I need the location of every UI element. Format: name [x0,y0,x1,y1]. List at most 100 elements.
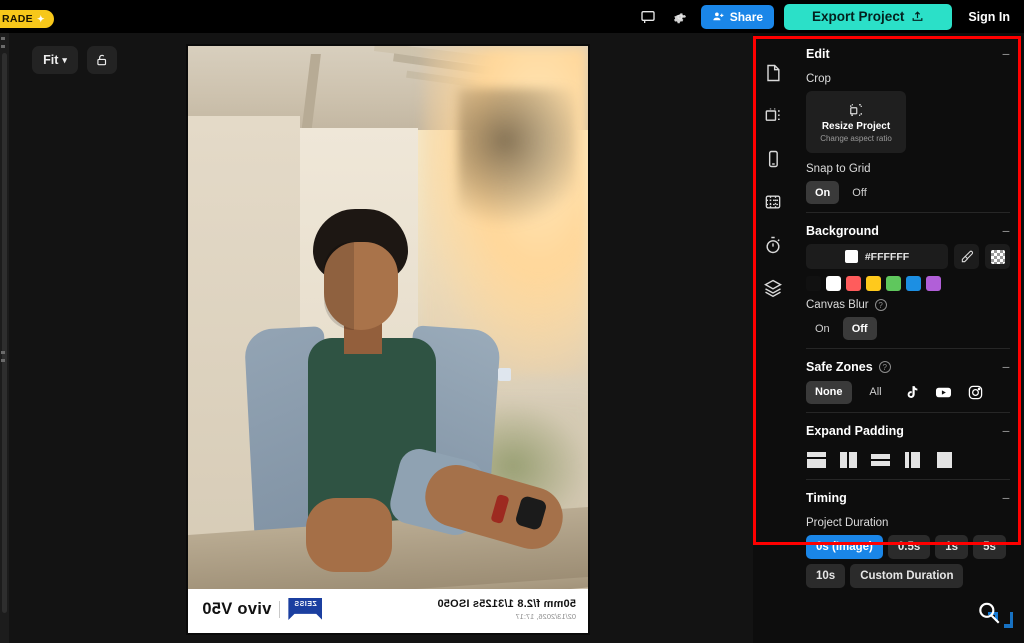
panel-content: Edit − Crop Resize Project Change aspect… [792,36,1024,643]
snap-to-grid-label: Snap to Grid [806,163,871,175]
padding-preset-top-bottom[interactable] [806,451,827,469]
duration-5s[interactable]: 5s [973,535,1006,559]
help-icon[interactable]: ? [878,361,891,373]
collapse-safe-zones-button[interactable]: − [1002,360,1010,374]
eyedropper-button[interactable] [954,244,979,269]
canvas-controls: Fit ▾ [32,46,117,74]
share-label: Share [729,9,764,24]
section-edit: Edit − Crop Resize Project Change aspect… [792,36,1024,213]
duration-10s[interactable]: 10s [806,564,846,588]
grid-icon[interactable] [762,191,784,213]
swatch-yellow[interactable] [866,276,881,291]
caption-timestamp: 02/13/2026, 17:17 [515,612,576,621]
background-color-field[interactable]: #FFFFFF [806,244,948,269]
export-label: Export Project [812,9,905,24]
rail-tick [1,351,5,354]
export-project-button[interactable]: Export Project [784,3,953,30]
expand-padding-presets [806,451,1010,469]
canvas-blur-option-off[interactable]: Off [842,317,877,340]
photo-caption-bar: 50mm f/2.8 1/3125s ISO50 02/13/2026, 17:… [188,589,588,633]
share-button[interactable]: Share [700,4,775,29]
photo-canvas[interactable]: 50mm f/2.8 1/3125s ISO50 02/13/2026, 17:… [186,44,590,635]
chevron-down-icon: ▾ [62,54,67,65]
right-panel: Edit − Crop Resize Project Change aspect… [753,36,1024,643]
crop-label: Crop [806,73,831,85]
safe-zones-section-title: Safe Zones [806,360,873,374]
zeiss-logo: ZEISS [288,598,322,620]
video-editor-app: RADE ✦ Share Export Project Sign In Fit … [0,0,1024,643]
canvas-area: Fit ▾ 50mm f/2.8 1/3125s ISO50 02/13/202… [9,33,753,643]
duration-1s[interactable]: 1s [935,535,969,559]
youtube-icon[interactable] [932,380,956,404]
swatch-blue[interactable] [906,276,921,291]
caption-exif-block: 50mm f/2.8 1/3125s ISO50 02/13/2026, 17:… [437,598,576,621]
padding-preset-bottom[interactable] [870,451,891,469]
page-icon[interactable] [762,62,784,84]
caption-specs: 50mm f/2.8 1/3125s ISO50 [437,598,576,610]
unlock-icon [97,54,107,66]
duration-0s[interactable]: 0s (Image) [806,535,883,559]
photo-image [188,46,588,591]
upload-icon [912,11,923,21]
resize-icon[interactable] [762,105,784,127]
rail-tick [1,45,5,48]
device-brand-label: vivo V50 [202,599,272,618]
upgrade-label: RADE [2,13,33,25]
resize-project-card[interactable]: Resize Project Change aspect ratio [806,91,906,153]
project-duration-options: 0s (Image) 0.5s 1s 5s 10s Custom Duratio… [806,535,1010,588]
device-icon[interactable] [762,148,784,170]
swatch-white[interactable] [826,276,841,291]
sign-in-button[interactable]: Sign In [962,10,1016,24]
rail-scrollbar[interactable] [2,53,7,613]
section-safe-zones: Safe Zones ? − None All [792,349,1024,413]
section-expand-padding: Expand Padding − [792,413,1024,480]
padding-preset-left[interactable] [902,451,923,469]
safe-zone-all[interactable]: All [860,381,892,404]
aspect-lock-button[interactable] [87,46,117,74]
canvas-blur-label: Canvas Blur [806,299,869,311]
collapse-expand-padding-button[interactable]: − [1002,424,1010,438]
sign-in-label: Sign In [968,9,1010,24]
resize-card-subtitle: Change aspect ratio [820,134,892,143]
padding-preset-none[interactable] [934,451,955,469]
swatch-red[interactable] [846,276,861,291]
left-collapsed-rail[interactable] [0,33,9,643]
collapse-timing-button[interactable]: − [1002,491,1010,505]
gear-icon[interactable] [669,6,691,28]
project-duration-label: Project Duration [806,517,889,529]
caption-brand-block: ZEISS vivo V50 [202,598,322,620]
background-swatch-list [806,276,1010,291]
swatch-purple[interactable] [926,276,941,291]
rail-tick [1,37,5,40]
snap-option-off[interactable]: Off [843,181,875,204]
duration-custom[interactable]: Custom Duration [850,564,964,588]
timing-section-title: Timing [806,491,847,505]
zoom-level-dropdown[interactable]: Fit ▾ [32,46,78,74]
tiktok-icon[interactable] [900,380,924,404]
comment-icon[interactable] [637,6,659,28]
help-icon[interactable]: ? [874,299,887,311]
layers-icon[interactable] [762,277,784,299]
rail-tick [1,359,5,362]
section-background: Background − #FFFFFF Canvas Blur ? On Of… [792,213,1024,349]
snap-option-on[interactable]: On [806,181,840,204]
sparkle-icon: ✦ [36,13,45,24]
canvas-blur-option-on[interactable]: On [806,317,839,340]
background-color-row: #FFFFFF [806,244,1010,269]
top-toolbar-actions: Share Export Project Sign In [637,0,1016,33]
add-person-icon [713,12,724,21]
background-hex-value: #FFFFFF [864,250,910,263]
swatch-green[interactable] [886,276,901,291]
collapse-background-button[interactable]: − [1002,224,1010,238]
instagram-icon[interactable] [964,380,988,404]
resize-card-title: Resize Project [821,121,891,132]
transparent-background-button[interactable] [985,244,1010,269]
padding-preset-left-right[interactable] [838,451,859,469]
swatch-black[interactable] [806,276,821,291]
resize-icon [850,104,862,116]
duration-0-5s[interactable]: 0.5s [887,535,931,559]
timer-icon[interactable] [762,234,784,256]
collapse-edit-button[interactable]: − [1002,47,1010,61]
safe-zone-none[interactable]: None [806,380,852,404]
upgrade-badge[interactable]: RADE ✦ [0,10,54,28]
